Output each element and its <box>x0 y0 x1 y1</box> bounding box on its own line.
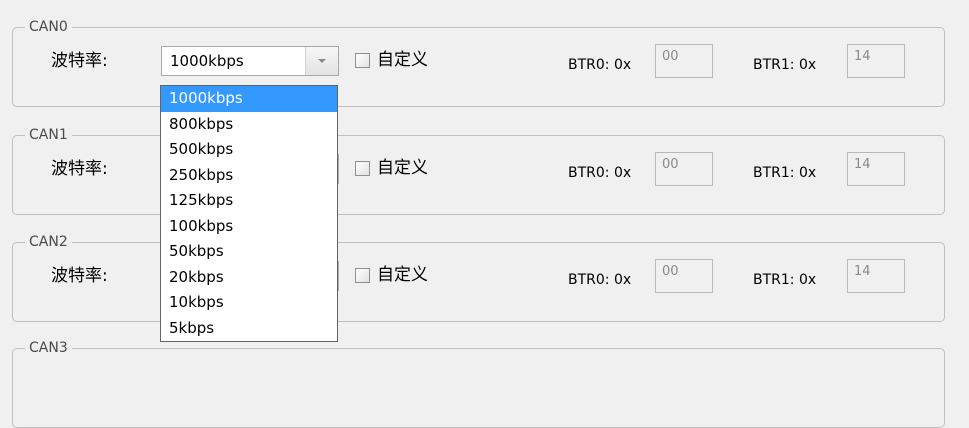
dropdown-option-125kbps[interactable]: 125kbps <box>161 188 337 214</box>
btr1-label: BTR1: 0x <box>753 57 817 73</box>
custom-label: 自定义 <box>377 50 428 70</box>
dropdown-option-1000kbps[interactable]: 1000kbps <box>161 86 337 112</box>
baud-rate-label: 波特率: <box>51 51 108 71</box>
custom-label: 自定义 <box>377 158 428 178</box>
btr1-input[interactable]: 14 <box>847 152 905 186</box>
baud-rate-label: 波特率: <box>51 159 108 179</box>
btr0-input[interactable]: 00 <box>655 152 713 186</box>
custom-checkbox[interactable] <box>355 268 370 283</box>
dropdown-option-250kbps[interactable]: 250kbps <box>161 163 337 189</box>
dropdown-option-5kbps[interactable]: 5kbps <box>161 316 337 342</box>
can1-group: CAN1 波特率: 自定义 BTR0: 0x 00 BTR1: 0x 14 <box>12 126 945 215</box>
btr1-label: BTR1: 0x <box>753 165 817 181</box>
dropdown-button[interactable] <box>305 47 338 75</box>
btr1-input[interactable]: 14 <box>847 259 905 293</box>
custom-checkbox[interactable] <box>355 161 370 176</box>
baud-rate-label: 波特率: <box>51 266 108 286</box>
can3-group: CAN3 <box>12 339 945 428</box>
baud-rate-value: 1000kbps <box>170 52 244 70</box>
btr0-label: BTR0: 0x <box>568 272 632 288</box>
group-title: CAN1 <box>25 126 72 144</box>
custom-label: 自定义 <box>377 265 428 285</box>
btr0-input[interactable]: 00 <box>655 44 713 78</box>
group-title: CAN2 <box>25 233 72 251</box>
dropdown-option-50kbps[interactable]: 50kbps <box>161 239 337 265</box>
btr0-label: BTR0: 0x <box>568 57 632 73</box>
chevron-down-icon <box>318 59 326 63</box>
group-title: CAN0 <box>25 18 72 36</box>
dropdown-option-10kbps[interactable]: 10kbps <box>161 290 337 316</box>
baud-rate-combobox[interactable]: 1000kbps <box>161 46 339 76</box>
baud-rate-dropdown-list: 1000kbps 800kbps 500kbps 250kbps 125kbps… <box>160 85 338 342</box>
btr0-input[interactable]: 00 <box>655 259 713 293</box>
can2-group: CAN2 波特率: 自定义 BTR0: 0x 00 BTR1: 0x 14 <box>12 233 945 322</box>
btr0-label: BTR0: 0x <box>568 165 632 181</box>
group-title: CAN3 <box>25 339 72 357</box>
dropdown-option-100kbps[interactable]: 100kbps <box>161 214 337 240</box>
btr1-input[interactable]: 14 <box>847 44 905 78</box>
dropdown-option-800kbps[interactable]: 800kbps <box>161 112 337 138</box>
dropdown-option-500kbps[interactable]: 500kbps <box>161 137 337 163</box>
can0-group: CAN0 波特率: 1000kbps 自定义 BTR0: 0x 00 BTR1:… <box>12 18 945 107</box>
custom-checkbox[interactable] <box>355 53 370 68</box>
btr1-label: BTR1: 0x <box>753 272 817 288</box>
dropdown-option-20kbps[interactable]: 20kbps <box>161 265 337 291</box>
